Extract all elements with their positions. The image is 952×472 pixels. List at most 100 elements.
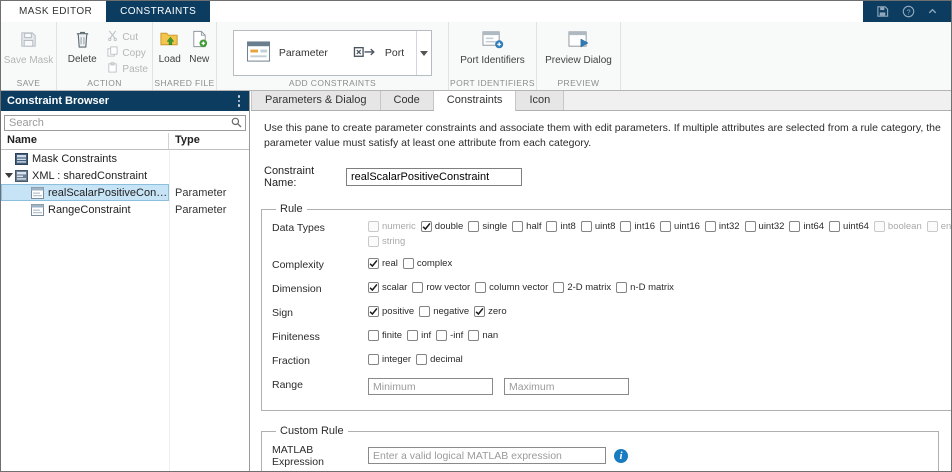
checkbox-inf[interactable]: -inf: [436, 330, 463, 342]
checkbox-label: int8: [560, 221, 576, 233]
pane-description: Use this pane to create parameter constr…: [264, 122, 941, 149]
tree-name-cell: RangeConstraint: [1, 201, 169, 218]
unchecked-checkbox-icon: [475, 282, 487, 294]
checkbox-label: double: [434, 221, 464, 233]
checkbox-single[interactable]: single: [468, 221, 507, 233]
checkbox-n-d-matrix[interactable]: n-D matrix: [616, 282, 674, 294]
tab-mask-editor[interactable]: MASK EDITOR: [5, 1, 106, 22]
checkbox-2-d-matrix[interactable]: 2-D matrix: [553, 282, 611, 294]
checkbox-row-vector[interactable]: row vector: [412, 282, 470, 294]
ribbon-section-port-identifiers: Port Identifiers PORT IDENTIFIERS: [449, 22, 537, 90]
unchecked-checkbox-icon: [546, 221, 558, 233]
checkbox-label: nan: [482, 330, 499, 342]
constraint-name-input[interactable]: [346, 168, 522, 187]
checkbox-decimal[interactable]: decimal: [416, 354, 463, 366]
checkbox-int32[interactable]: int32: [704, 221, 740, 233]
checked-checkbox-icon: [368, 282, 379, 294]
node-label: realScalarPositiveConstraint: [48, 186, 169, 199]
unchecked-checkbox-icon: [368, 236, 379, 248]
checkbox-negative[interactable]: negative: [419, 306, 470, 318]
tab-icon[interactable]: Icon: [516, 91, 565, 110]
add-parameter-constraint-button[interactable]: Parameter: [234, 31, 340, 75]
gallery-dropdown-button[interactable]: [416, 31, 431, 75]
checkbox-scalar[interactable]: scalar: [368, 282, 407, 294]
checkbox-label: complex: [416, 258, 453, 270]
panel-menu-icon[interactable]: [235, 95, 244, 107]
unchecked-checkbox-icon: [744, 221, 756, 233]
checkbox-double[interactable]: double: [420, 221, 464, 233]
node-type: Parameter: [175, 203, 227, 216]
unchecked-checkbox-icon: [789, 221, 801, 233]
port-identifiers-button[interactable]: Port Identifiers: [453, 27, 532, 66]
tree-row-rangeconstraint[interactable]: RangeConstraint Parameter: [1, 201, 249, 218]
column-header-name[interactable]: Name: [1, 133, 169, 149]
expander-icon[interactable]: [3, 173, 15, 178]
section-label-shared-file: SHARED FILE: [154, 78, 215, 88]
checkbox-half[interactable]: half: [512, 221, 541, 233]
checkbox-positive[interactable]: positive: [368, 306, 414, 318]
checkbox-uint16[interactable]: uint16: [660, 221, 700, 233]
checkbox-line: string: [368, 236, 951, 248]
section-label-preview: PREVIEW: [557, 78, 600, 88]
search-input[interactable]: [4, 115, 246, 131]
unchecked-checkbox-icon: [580, 221, 592, 233]
collapse-icon[interactable]: [927, 6, 938, 17]
cut-icon: [107, 30, 118, 44]
copy-label: Copy: [122, 47, 146, 59]
tab-constraints[interactable]: CONSTRAINTS: [106, 1, 211, 22]
checkbox-uint8[interactable]: uint8: [580, 221, 615, 233]
delete-button[interactable]: Delete: [61, 27, 103, 65]
clipboard-button-stack: Cut Copy Paste: [107, 27, 148, 76]
unchecked-checkbox-icon: [873, 221, 885, 233]
checkbox-uint32[interactable]: uint32: [744, 221, 784, 233]
constraint-name-label: Constraint Name:: [264, 165, 315, 190]
tab-parameters-dialog[interactable]: Parameters & Dialog: [251, 91, 381, 110]
help-icon[interactable]: ?: [902, 5, 915, 18]
column-header-type[interactable]: Type: [169, 133, 249, 149]
checkbox-finite[interactable]: finite: [368, 330, 402, 342]
node-label: XML : sharedConstraint: [32, 169, 148, 182]
custom-rule-group: Custom Rule MATLAB Expression i: [261, 425, 939, 471]
checkbox-column-vector[interactable]: column vector: [475, 282, 548, 294]
checkbox-int8[interactable]: int8: [546, 221, 576, 233]
constraint-browser-title: Constraint Browser: [7, 95, 110, 107]
preview-dialog-button[interactable]: Preview Dialog: [541, 27, 616, 66]
port-constraint-label: Port: [384, 47, 405, 59]
matlab-expression-input[interactable]: [368, 447, 606, 465]
checkbox-int16[interactable]: int16: [620, 221, 655, 233]
tree-row-realscalarpositiveconstraint[interactable]: realScalarPositiveConstraint Parameter: [1, 184, 249, 201]
checkbox-zero[interactable]: zero: [474, 306, 507, 318]
rule-row-label: Sign: [272, 307, 294, 320]
load-button[interactable]: Load: [157, 27, 183, 65]
ribbon-section-action: Delete Cut Copy Paste ACTION: [57, 22, 153, 90]
checkbox-nan[interactable]: nan: [468, 330, 499, 342]
tab-constraints-editor[interactable]: Constraints: [433, 91, 517, 111]
unchecked-checkbox-icon: [704, 221, 716, 233]
tree-row-xml-sharedconstraint[interactable]: XML : sharedConstraint: [1, 167, 249, 184]
new-button[interactable]: New: [187, 27, 213, 65]
matlab-expression-row: MATLAB Expression i: [272, 443, 930, 468]
info-icon[interactable]: i: [614, 448, 628, 463]
quick-access-toolbar: ?: [863, 1, 951, 22]
mask-constraints-icon: [15, 152, 28, 165]
checkbox-integer[interactable]: integer: [368, 354, 411, 366]
new-icon: [190, 29, 209, 52]
checkbox-label: negative: [433, 306, 470, 318]
checkbox-uint64[interactable]: uint64: [829, 221, 869, 233]
maximum-input[interactable]: [504, 378, 629, 396]
checkbox-complex[interactable]: complex: [402, 258, 453, 270]
unchecked-checkbox-icon: [926, 221, 938, 233]
unchecked-checkbox-icon: [553, 282, 565, 294]
ribbon-empty-area: [621, 22, 951, 90]
checkbox-real[interactable]: real: [368, 258, 398, 270]
save-icon[interactable]: [876, 5, 889, 18]
add-port-constraint-button[interactable]: Port: [340, 31, 416, 75]
checkbox-label: zero: [488, 306, 507, 318]
checkbox-int64[interactable]: int64: [789, 221, 824, 233]
checkbox-numeric: numeric: [368, 221, 416, 233]
minimum-input[interactable]: [368, 378, 493, 396]
tab-code[interactable]: Code: [380, 91, 434, 110]
save-mask-icon: [18, 29, 39, 53]
checkbox-inf[interactable]: inf: [407, 330, 431, 342]
tree-row-mask-constraints[interactable]: Mask Constraints: [1, 150, 249, 167]
